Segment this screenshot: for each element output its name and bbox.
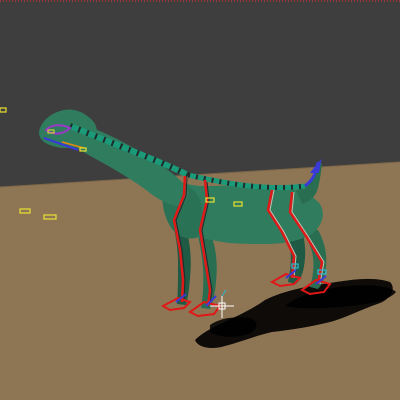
3d-viewport[interactable] (0, 0, 400, 400)
viewport-canvas[interactable] (0, 0, 400, 400)
